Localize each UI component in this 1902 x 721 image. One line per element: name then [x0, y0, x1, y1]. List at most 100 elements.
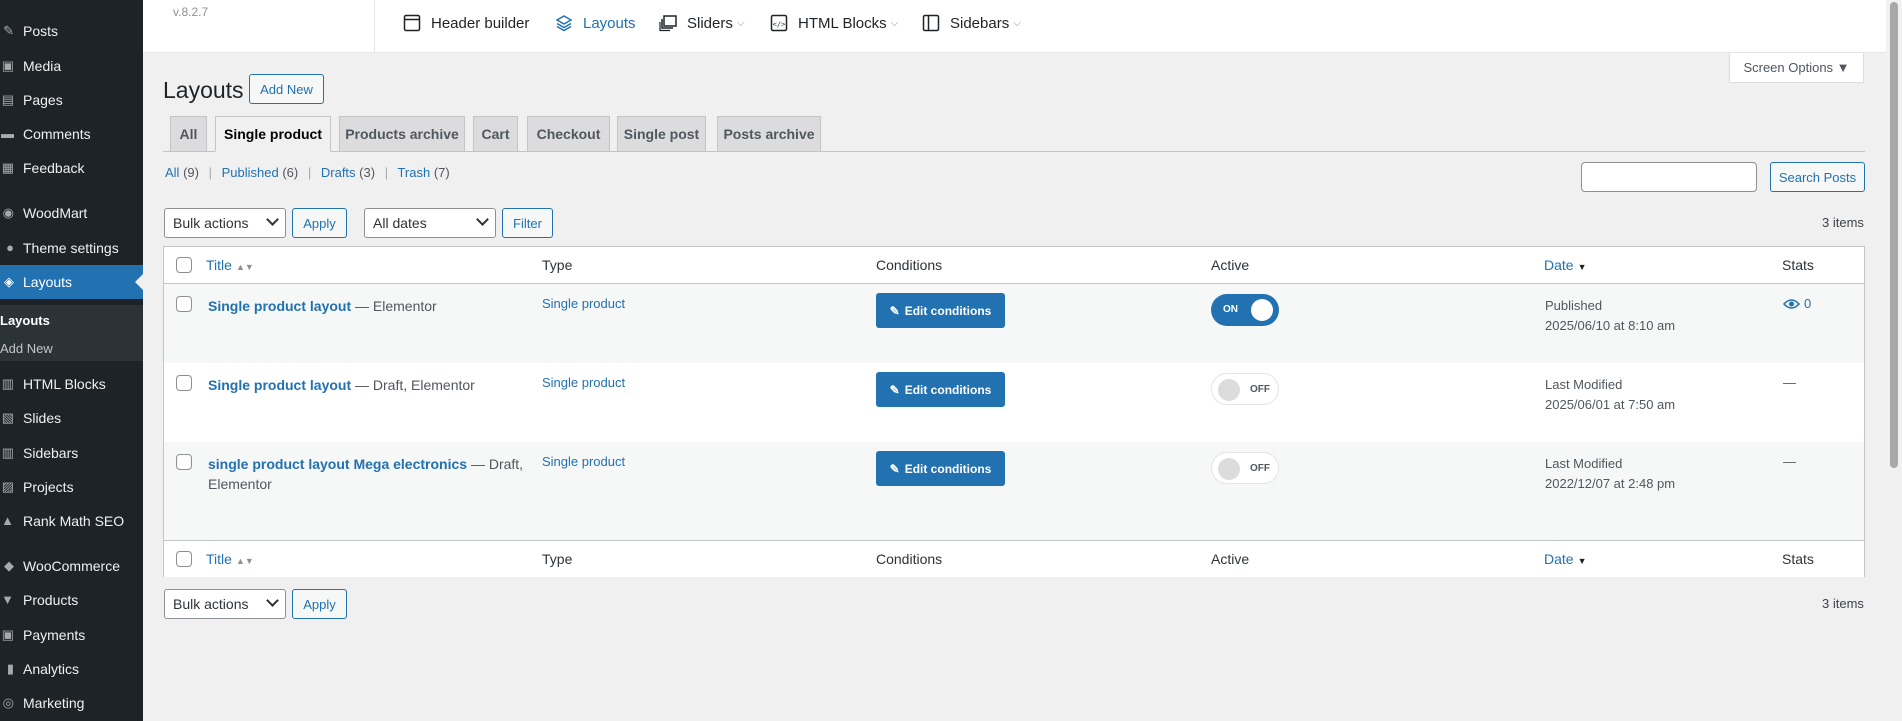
bulk-actions-value: Bulk actions [173, 596, 249, 612]
tab-cart[interactable]: Cart [473, 116, 518, 152]
bulk-actions-select[interactable]: Bulk actions [164, 208, 286, 238]
submenu-item-layouts[interactable]: Layouts [0, 313, 50, 328]
sidebar-item-rank-math-seo[interactable]: ▲ Rank Math SEO [0, 504, 143, 538]
row-title-link[interactable]: Single product layout [208, 298, 351, 314]
sidebar-item-theme-settings[interactable]: ● Theme settings [0, 231, 143, 265]
column-date-label[interactable]: Date [1544, 257, 1574, 273]
row-title-link[interactable]: single product layout Mega electronics [208, 456, 467, 472]
status-link-drafts[interactable]: Drafts [321, 165, 356, 180]
table-row: Single product layout — Elementor Single… [164, 284, 1864, 363]
sidebar-item-media[interactable]: ▣ Media [0, 49, 143, 83]
column-date-label[interactable]: Date [1544, 551, 1574, 567]
sidebar-item-products[interactable]: ▼ Products [0, 583, 143, 617]
status-link-all[interactable]: All [165, 165, 179, 180]
column-stats: Stats [1782, 551, 1814, 567]
bulk-actions-select-bottom[interactable]: Bulk actions [164, 589, 286, 619]
sort-desc-icon: ▼ [1577, 556, 1587, 566]
sidebar-item-label: Media [23, 58, 62, 74]
row-stats: — [1783, 454, 1796, 469]
filter-button[interactable]: Filter [502, 208, 553, 238]
column-stats: Stats [1782, 257, 1814, 273]
apply-button-bottom[interactable]: Apply [292, 589, 347, 619]
topbar-item-layouts[interactable]: Layouts [555, 12, 636, 34]
sidebar-item-woocommerce[interactable]: ◆ WooCommerce [0, 549, 143, 583]
topbar-item-html-blocks[interactable]: </> HTML Blocks ⌵ [770, 12, 898, 34]
row-type-link[interactable]: Single product [542, 375, 625, 390]
row-title: single product layout Mega electronics —… [208, 454, 528, 494]
sidebar-item-projects[interactable]: ▨ Projects [0, 470, 143, 504]
sidebar-item-posts[interactable]: ✎ Posts [0, 14, 143, 48]
sidebar-item-comments[interactable]: ▬ Comments [0, 117, 143, 151]
row-checkbox[interactable] [176, 375, 192, 391]
edit-conditions-button[interactable]: ✎ Edit conditions [876, 293, 1005, 328]
add-new-button[interactable]: Add New [249, 74, 324, 104]
chevron-down-icon [476, 213, 489, 226]
sidebar-item-label: Layouts [23, 274, 73, 290]
row-stats: — [1783, 375, 1796, 390]
marketing-icon: ◎ [2, 695, 14, 710]
comments-icon: ▬ [1, 126, 14, 141]
sidebar-item-feedback[interactable]: ▦ Feedback [0, 151, 143, 185]
sidebar-item-payments[interactable]: ▣ Payments [0, 618, 143, 652]
column-date[interactable]: Date ▼ [1544, 551, 1587, 567]
date-status: Published [1545, 298, 1603, 313]
sidebar-item-analytics[interactable]: ▮ Analytics [0, 652, 143, 686]
status-link-trash[interactable]: Trash [397, 165, 430, 180]
edit-conditions-button[interactable]: ✎ Edit conditions [876, 372, 1005, 407]
column-title-label[interactable]: Title [206, 257, 232, 273]
page-scrollbar[interactable] [1886, 0, 1902, 721]
active-toggle[interactable]: OFF [1211, 452, 1279, 484]
active-toggle[interactable]: ON [1211, 294, 1279, 326]
topbar-item-sliders[interactable]: Sliders ⌵ [659, 12, 744, 34]
edit-conditions-button[interactable]: ✎ Edit conditions [876, 451, 1005, 486]
sidebar-item-slides[interactable]: ▧ Slides [0, 401, 143, 435]
sidebar-item-label: Feedback [23, 160, 85, 176]
status-link-published[interactable]: Published [222, 165, 279, 180]
screen-options-button[interactable]: Screen Options ▼ [1729, 53, 1864, 83]
apply-button[interactable]: Apply [292, 208, 347, 238]
select-all-checkbox[interactable] [176, 551, 192, 567]
tab-checkout[interactable]: Checkout [527, 116, 610, 152]
row-title-link[interactable]: Single product layout [208, 377, 351, 393]
sidebar-item-sidebars[interactable]: ▥ Sidebars [0, 436, 143, 470]
dates-filter-select[interactable]: All dates [364, 208, 496, 238]
tab-single-post[interactable]: Single post [617, 116, 706, 152]
tab-posts-archive[interactable]: Posts archive [717, 116, 821, 152]
stats-value: 0 [1804, 296, 1812, 311]
column-title-label[interactable]: Title [206, 551, 232, 567]
scrollbar-thumb[interactable] [1890, 2, 1898, 468]
date-status: Last Modified [1545, 377, 1623, 392]
row-checkbox[interactable] [176, 296, 192, 312]
tab-products-archive[interactable]: Products archive [339, 116, 465, 152]
sidebar-item-pages[interactable]: ▤ Pages [0, 83, 143, 117]
active-toggle[interactable]: OFF [1211, 373, 1279, 405]
sidebar-item-marketing[interactable]: ◎ Marketing [0, 686, 143, 720]
row-type-link[interactable]: Single product [542, 454, 625, 469]
column-title[interactable]: Title ▲▼ [206, 551, 254, 567]
tab-all[interactable]: All [170, 116, 207, 152]
row-date: Last Modified 2022/12/07 at 2:48 pm [1545, 454, 1675, 494]
row-type-link[interactable]: Single product [542, 296, 625, 311]
column-type: Type [542, 551, 573, 567]
search-input[interactable] [1581, 162, 1757, 192]
sidebar-item-layouts[interactable]: ◈ Layouts [0, 265, 143, 299]
sidebars-icon: ▥ [1, 445, 14, 460]
sidebar-item-woodmart[interactable]: ◉ WoodMart [0, 196, 143, 230]
column-title[interactable]: Title ▲▼ [206, 257, 254, 273]
sidebar-item-html-blocks[interactable]: ▥ HTML Blocks [0, 367, 143, 401]
row-checkbox[interactable] [176, 454, 192, 470]
search-posts-button[interactable]: Search Posts [1770, 162, 1865, 192]
topbar-item-sidebars[interactable]: Sidebars ⌵ [922, 12, 1021, 34]
tab-single-product[interactable]: Single product [215, 116, 331, 152]
row-stats[interactable]: 0 [1783, 296, 1811, 311]
toggle-knob [1218, 379, 1240, 401]
toggle-label: OFF [1250, 463, 1270, 474]
toggle-knob [1218, 458, 1240, 480]
column-date[interactable]: Date ▼ [1544, 257, 1587, 273]
row-date: Last Modified 2025/06/01 at 7:50 am [1545, 375, 1675, 415]
select-all-checkbox[interactable] [176, 257, 192, 273]
submenu-item-add-new[interactable]: Add New [0, 341, 53, 356]
topbar-item-header-builder[interactable]: Header builder [403, 12, 529, 34]
date-value: 2025/06/01 at 7:50 am [1545, 397, 1676, 412]
admin-sidebar: ✎ Posts ▣ Media ▤ Pages ▬ Comments ▦ Feedback… [0, 0, 143, 721]
